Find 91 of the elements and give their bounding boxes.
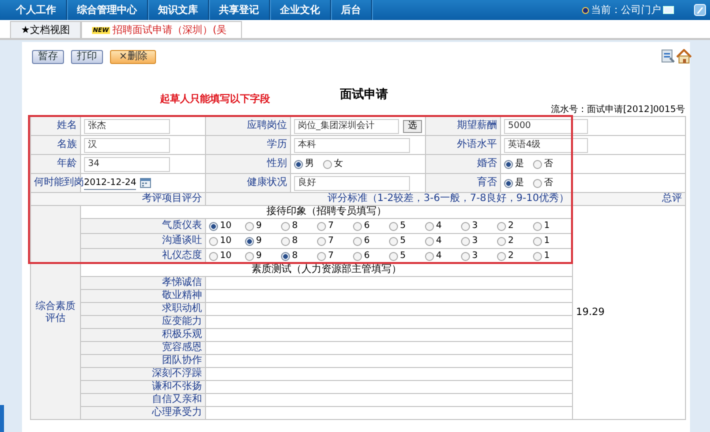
radio-label: 否 [544,158,553,170]
field-label: 何时能到岗 [30,174,80,192]
criterion-label: 沟通谈吐 [80,234,206,248]
radio-label: 10 [220,235,232,247]
radio-label: 10 [220,220,232,232]
input-field[interactable]: 张杰 [84,118,170,134]
toolbar-button[interactable]: 暂存 [32,50,64,64]
criterion-label: 谦和不张扬 [80,380,206,394]
input-field[interactable]: 良好 [294,176,410,190]
group-label: 综合素质评估 [30,206,80,420]
radio-label: 7 [328,220,334,232]
radio-label: 3 [472,235,478,247]
form-title: 面试申请 [340,86,388,103]
radio-label: 3 [472,250,478,262]
radio-label: 9 [256,250,262,262]
radio-label: 4 [436,250,442,262]
section-heading: 考评项目评分 [30,192,206,206]
current-portal-label: 当前：公司门户 [591,4,661,17]
nav-menu-item[interactable]: 综合管理中心 [67,0,148,20]
field-label: 健康状况 [206,174,290,192]
nav-menu-item[interactable]: 后台 [331,0,372,20]
criterion-label: 自信又亲和 [80,394,206,406]
radio-label: 女 [334,158,343,170]
radio-label: 是 [515,158,524,170]
toolbar-button[interactable]: ×删除 [110,50,156,64]
serial-number: 流水号：面试申请[2012]0015号 [550,104,685,116]
input-field[interactable]: 34 [84,156,170,172]
radio-label: 1 [544,220,550,232]
radio-label: 5 [400,235,406,247]
radio-label: 男 [305,158,314,170]
radio-label: 10 [220,250,232,262]
criterion-label: 心理承受力 [80,406,206,420]
criterion-label: 积极乐观 [80,328,206,342]
field-label: 名族 [30,136,80,154]
criterion-label: 敬业精神 [80,290,206,302]
radio-label: 2 [508,250,514,262]
criterion-label: 深刻不浮躁 [80,368,206,380]
input-field[interactable]: 本科 [294,138,410,152]
input-field[interactable]: 汉 [84,138,170,152]
radio-label: 1 [544,235,550,247]
criterion-label: 求职动机 [80,302,206,316]
radio-label: 8 [292,250,298,262]
criterion-label: 气质仪表 [80,218,206,234]
radio-label: 6 [364,235,370,247]
criterion-label: 孝悌诚信 [80,276,206,290]
subsection-title: 接待印象（招聘专员填写） [80,206,572,218]
radio-label: 2 [508,220,514,232]
drafter-note: 起草人只能填写以下字段 [160,92,270,106]
radio-label: 6 [364,250,370,262]
radio-label: 8 [292,235,298,247]
radio-label: 2 [508,235,514,247]
toolbar-button[interactable]: 打印 [71,50,103,64]
nav-menu-item[interactable]: 企业文化 [270,0,331,20]
field-label: 育否 [426,174,500,192]
radio-label: 5 [400,220,406,232]
field-label: 学历 [206,136,290,154]
input-field[interactable]: 英语4级 [504,138,588,152]
radio-label: 7 [328,235,334,247]
radio-label: 是 [515,177,524,189]
radio-label: 3 [472,220,478,232]
field-label: 外语水平 [426,136,500,154]
field-label: 婚否 [426,154,500,174]
radio-label: 9 [256,235,262,247]
field-label: 年龄 [30,154,80,174]
criterion-label: 团队协作 [80,354,206,368]
radio-label: 5 [400,250,406,262]
criteria-heading: 评分标准（1-2较差，3-6一般，7-8良好，9-10优秀） [206,192,572,206]
field-label: 姓名 [30,116,80,136]
criterion-label: 宽容感恩 [80,342,206,354]
select-button[interactable]: 选 [403,120,422,132]
field-label: 应聘岗位 [206,116,290,136]
field-label: 性别 [206,154,290,174]
subsection-title: 素质测试（人力资源部主管填写） [80,264,572,276]
radio-label: 6 [364,220,370,232]
nav-menu-item[interactable]: 知识文库 [148,0,209,20]
input-field[interactable]: 5000 [504,118,588,134]
radio-label: 7 [328,250,334,262]
nav-menu-item[interactable]: 个人工作 [6,0,67,20]
radio-label: 4 [436,235,442,247]
document-tab[interactable]: ★文档视图 [10,21,81,38]
radio-label: 9 [256,220,262,232]
radio-label: 8 [292,220,298,232]
input-field[interactable]: 岗位_集团深圳会计 [294,118,399,134]
nav-menu-item[interactable]: 共享登记 [209,0,270,20]
radio-label: 4 [436,220,442,232]
criterion-label: 应变能力 [80,316,206,328]
radio-label: 否 [544,177,553,189]
field-label: 期望薪酬 [426,116,500,136]
total-score: 19.29 [576,306,605,318]
total-heading: 总评 [572,192,686,206]
radio-label: 1 [544,250,550,262]
